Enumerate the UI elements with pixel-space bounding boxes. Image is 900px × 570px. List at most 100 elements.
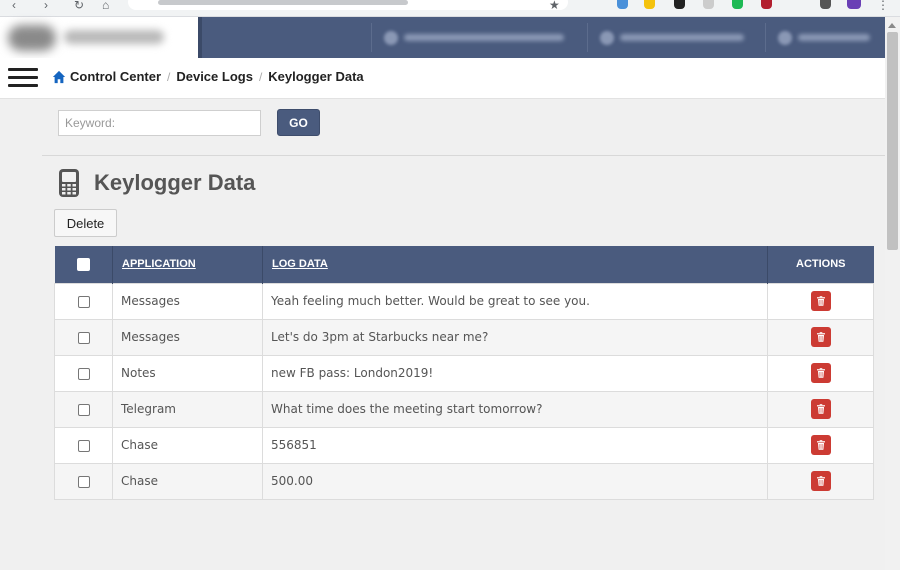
breadcrumb: Control Center / Device Logs / Keylogger… bbox=[52, 69, 364, 84]
page-title: Keylogger Data bbox=[94, 170, 256, 195]
table-row: Telegram What time does the meeting start… bbox=[54, 390, 874, 428]
extension-icon[interactable] bbox=[644, 0, 655, 9]
address-bar[interactable] bbox=[128, 0, 568, 10]
extension-icon[interactable] bbox=[674, 0, 685, 9]
forward-icon[interactable]: › bbox=[44, 0, 48, 12]
application-cell: Messages bbox=[112, 318, 263, 356]
table-row: Chase 556851 bbox=[54, 426, 874, 464]
log-data-cell: Yeah feeling much better. Would be great… bbox=[262, 282, 768, 320]
delete-row-button[interactable] bbox=[810, 363, 831, 383]
row-checkbox[interactable] bbox=[77, 331, 90, 344]
breadcrumb-control-center[interactable]: Control Center bbox=[70, 69, 161, 84]
top-header bbox=[0, 17, 885, 58]
logo[interactable] bbox=[0, 17, 202, 58]
blurred-icon bbox=[600, 30, 614, 45]
trash-icon bbox=[816, 476, 825, 486]
delete-row-button[interactable] bbox=[810, 291, 831, 311]
back-icon[interactable]: ‹ bbox=[12, 0, 16, 12]
row-select-cell bbox=[54, 354, 113, 392]
table-row: Messages Let's do 3pm at Starbucks near m… bbox=[54, 318, 874, 356]
delete-row-button[interactable] bbox=[810, 471, 831, 491]
extension-icon[interactable] bbox=[617, 0, 628, 9]
table-header-row: APPLICATION LOG DATA ACTIONS bbox=[54, 246, 874, 283]
page-header: Keylogger Data bbox=[58, 168, 255, 198]
breadcrumb-separator: / bbox=[167, 69, 171, 84]
table-row: Chase 500.00 bbox=[54, 462, 874, 500]
application-cell: Telegram bbox=[112, 390, 263, 428]
application-cell: Chase bbox=[112, 426, 263, 464]
row-select-cell bbox=[54, 318, 113, 356]
kebab-menu-icon[interactable]: ⋮ bbox=[877, 0, 889, 12]
row-checkbox[interactable] bbox=[77, 475, 90, 488]
blurred-logo-text bbox=[64, 30, 164, 44]
breadcrumb-current: Keylogger Data bbox=[268, 69, 364, 84]
go-button[interactable]: GO bbox=[277, 109, 320, 136]
search-row: GO bbox=[58, 109, 320, 136]
header-divider bbox=[587, 23, 588, 52]
select-all-checkbox[interactable] bbox=[76, 257, 90, 271]
keylogger-table: APPLICATION LOG DATA ACTIONS Messages Yea… bbox=[54, 246, 874, 500]
header-divider bbox=[765, 23, 766, 52]
row-select-cell bbox=[54, 426, 113, 464]
breadcrumb-bar: Control Center / Device Logs / Keylogger… bbox=[0, 58, 885, 99]
column-header-application: APPLICATION bbox=[112, 246, 263, 283]
column-header-actions: ACTIONS bbox=[767, 246, 874, 283]
actions-cell bbox=[767, 318, 874, 356]
keyword-search-input[interactable] bbox=[58, 109, 261, 136]
extension-icon[interactable] bbox=[820, 0, 831, 9]
delete-button[interactable]: Delete bbox=[54, 209, 117, 237]
header-link[interactable] bbox=[600, 17, 744, 58]
trash-icon bbox=[816, 368, 825, 378]
reload-icon[interactable]: ↻ bbox=[74, 0, 84, 12]
scroll-thumb[interactable] bbox=[887, 32, 898, 250]
extension-icon[interactable] bbox=[703, 0, 714, 9]
browser-toolbar: ‹ › ↻ ⌂ ★ ⋮ bbox=[0, 0, 900, 17]
hamburger-menu-icon[interactable] bbox=[8, 68, 38, 88]
application-cell: Notes bbox=[112, 354, 263, 392]
extension-icon[interactable] bbox=[761, 0, 772, 9]
blurred-label bbox=[404, 34, 564, 41]
row-select-cell bbox=[54, 462, 113, 500]
blurred-label bbox=[798, 34, 870, 41]
breadcrumb-device-logs[interactable]: Device Logs bbox=[176, 69, 253, 84]
trash-icon bbox=[816, 296, 825, 306]
actions-cell bbox=[767, 390, 874, 428]
row-select-cell bbox=[54, 282, 113, 320]
delete-row-button[interactable] bbox=[810, 399, 831, 419]
row-checkbox[interactable] bbox=[77, 439, 90, 452]
actions-cell bbox=[767, 462, 874, 500]
table-row: Messages Yeah feeling much better. Would … bbox=[54, 282, 874, 320]
log-data-cell: Let's do 3pm at Starbucks near me? bbox=[262, 318, 768, 356]
row-select-cell bbox=[54, 390, 113, 428]
home-icon[interactable] bbox=[52, 70, 66, 84]
blurred-label bbox=[620, 34, 744, 41]
breadcrumb-separator: / bbox=[258, 69, 263, 84]
blurred-icon bbox=[384, 30, 398, 45]
vertical-scrollbar[interactable] bbox=[885, 17, 900, 570]
extension-icon[interactable] bbox=[732, 0, 743, 9]
mobile-phone-icon bbox=[59, 169, 79, 197]
row-checkbox[interactable] bbox=[77, 295, 90, 308]
header-link[interactable] bbox=[384, 17, 564, 58]
app-window: ‹ › ↻ ⌂ ★ ⋮ Control Center / Device Logs… bbox=[0, 0, 900, 570]
row-checkbox[interactable] bbox=[77, 403, 90, 416]
sort-log-data-link[interactable]: LOG DATA bbox=[272, 258, 328, 270]
table-row: Notes new FB pass: London2019! bbox=[54, 354, 874, 392]
main-content: GO Keylogger Data Delete bbox=[0, 99, 885, 570]
sort-application-link[interactable]: APPLICATION bbox=[122, 258, 196, 270]
star-icon[interactable]: ★ bbox=[549, 0, 560, 12]
actions-cell bbox=[767, 354, 874, 392]
log-data-cell: new FB pass: London2019! bbox=[262, 354, 768, 392]
trash-icon bbox=[816, 404, 825, 414]
delete-row-button[interactable] bbox=[810, 327, 831, 347]
scroll-up-arrow-icon[interactable] bbox=[888, 23, 896, 28]
application-cell: Messages bbox=[112, 282, 263, 320]
actions-cell bbox=[767, 282, 874, 320]
header-divider bbox=[371, 23, 372, 52]
header-link[interactable] bbox=[778, 17, 870, 58]
home-browser-icon[interactable]: ⌂ bbox=[102, 0, 109, 12]
row-checkbox[interactable] bbox=[77, 367, 90, 380]
profile-avatar[interactable] bbox=[847, 0, 861, 9]
actions-cell bbox=[767, 426, 874, 464]
delete-row-button[interactable] bbox=[810, 435, 831, 455]
